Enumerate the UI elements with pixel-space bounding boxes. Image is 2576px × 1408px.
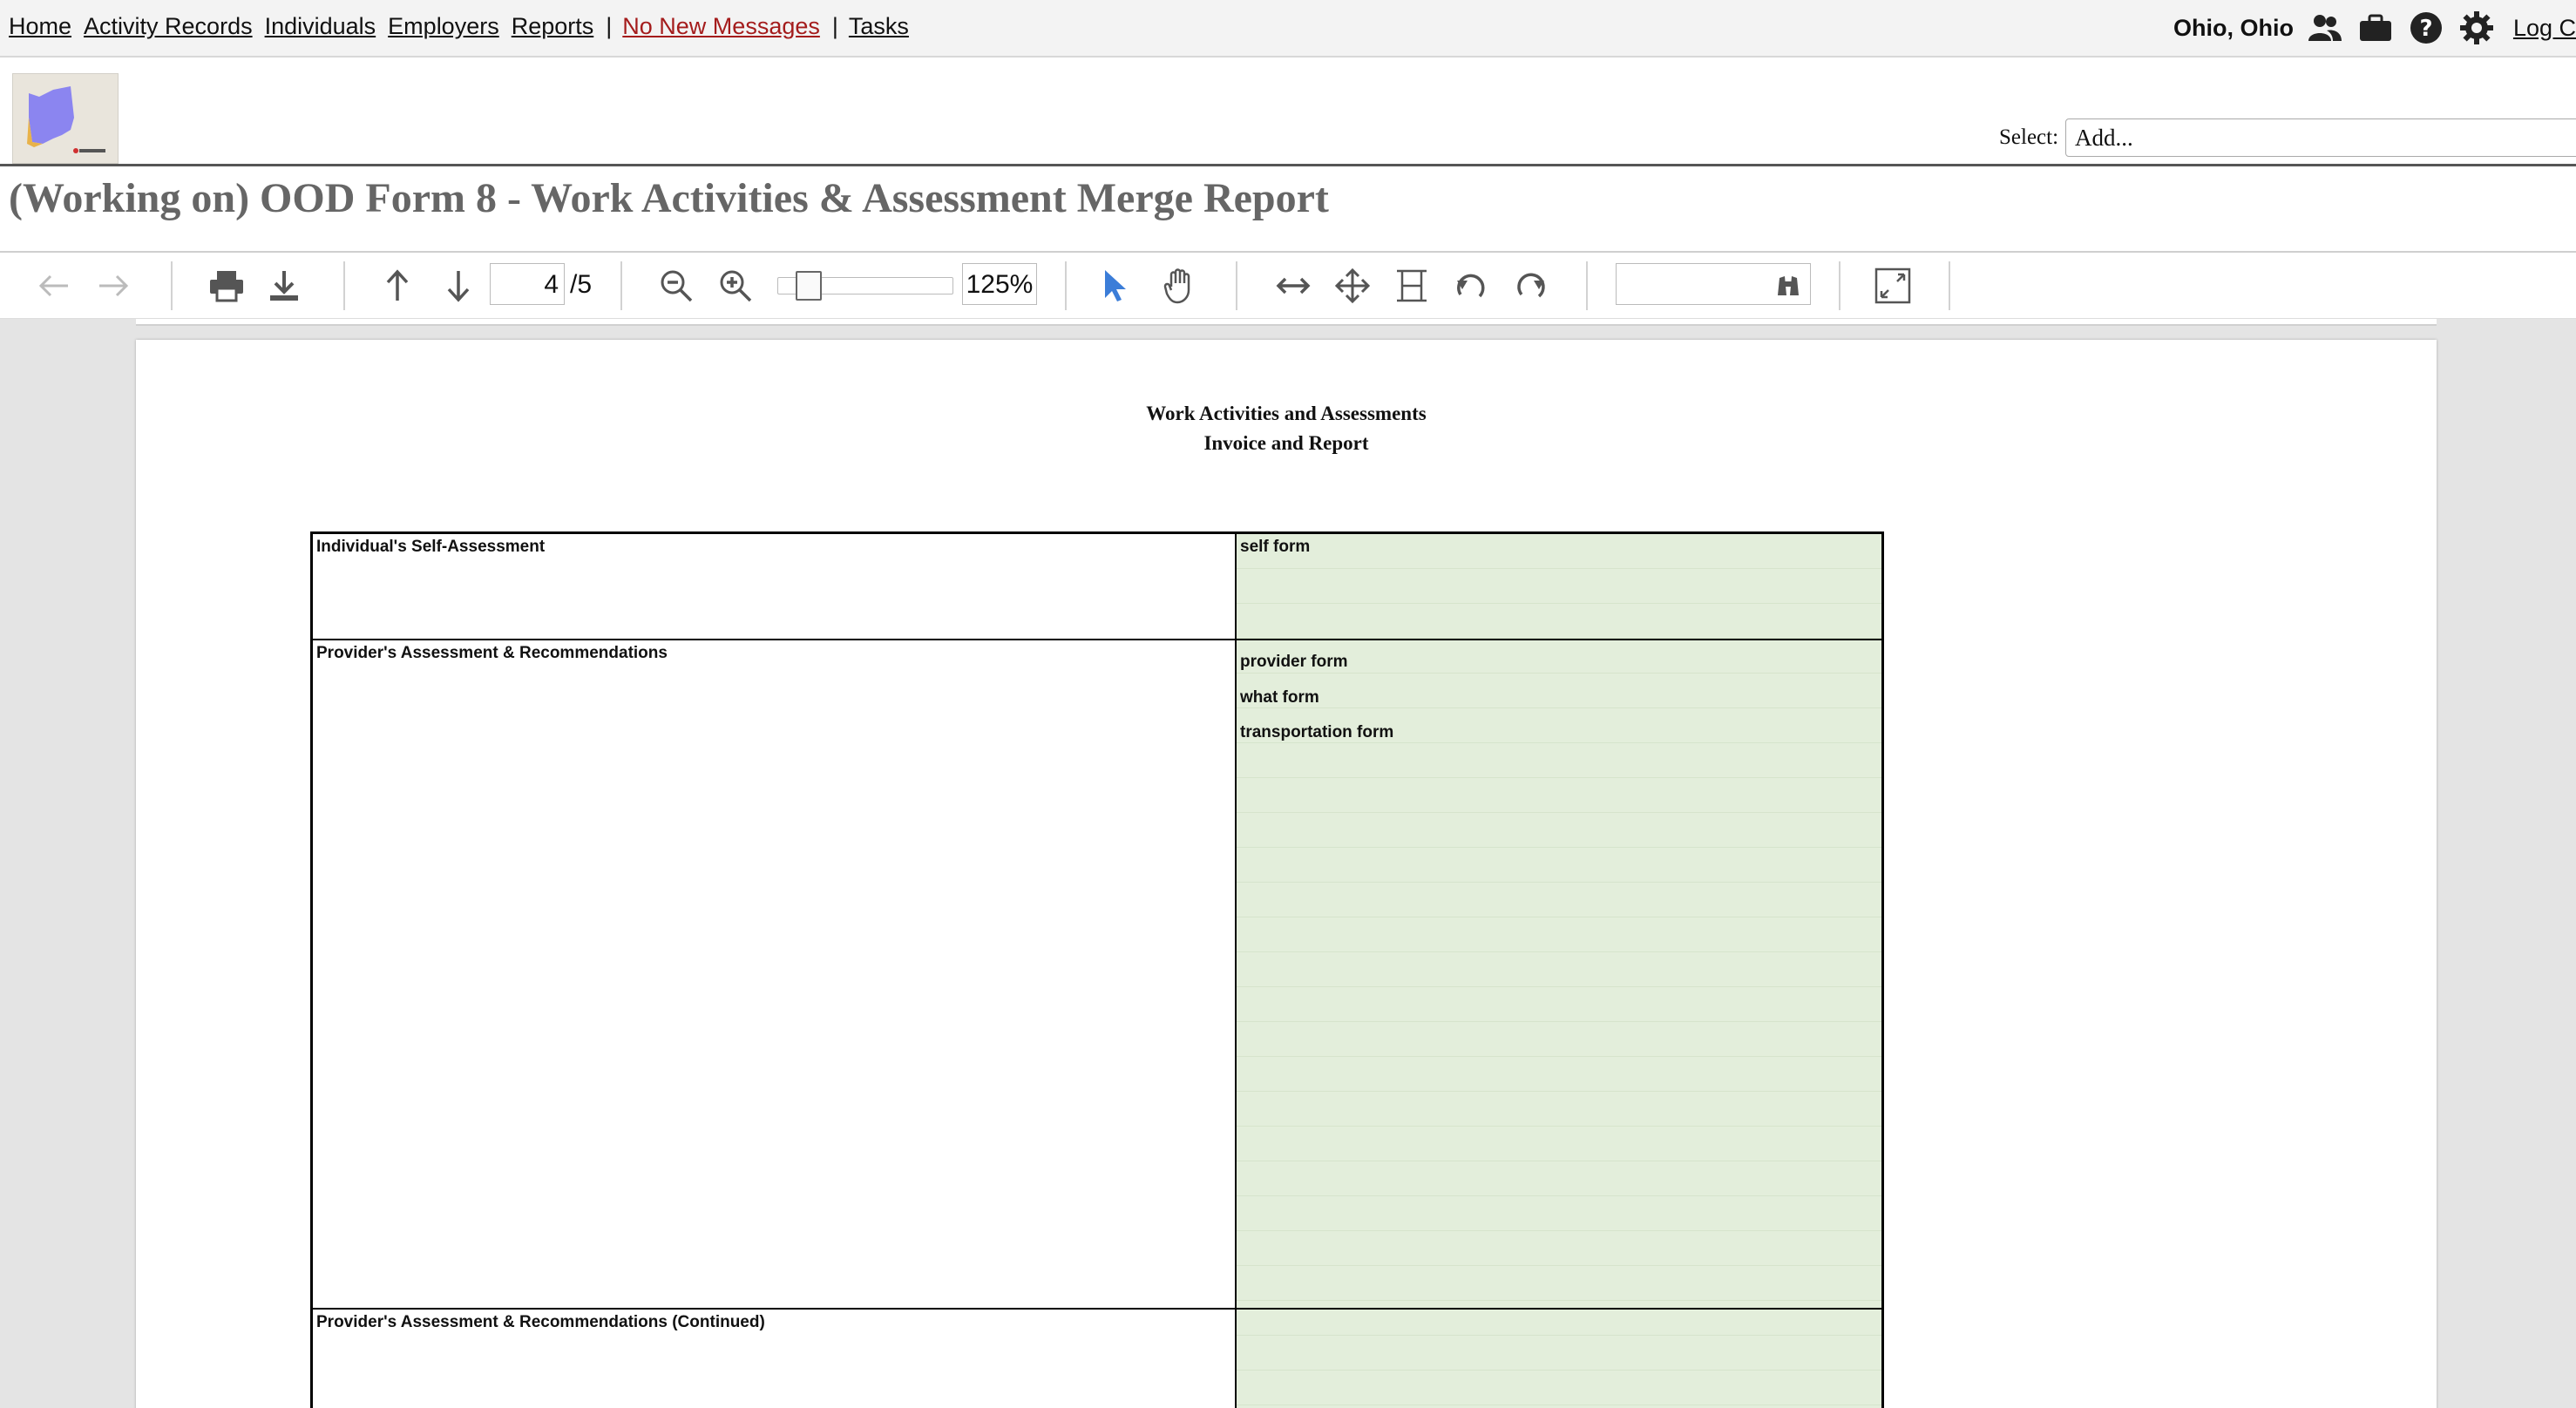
table-row-fields: provider form what form transportation f… — [1237, 640, 1881, 1308]
form-field[interactable]: provider form — [1240, 653, 1348, 672]
page-total: /5 — [570, 270, 593, 299]
nav-activity-records-link[interactable]: Activity Records — [84, 13, 253, 40]
fullscreen-icon[interactable] — [1872, 265, 1914, 307]
assessment-form-table: Individual's Self-Assessment self form P… — [310, 531, 1884, 1408]
toolbar-divider — [1586, 261, 1588, 310]
pan-hand-icon[interactable] — [1159, 265, 1201, 307]
nav-links: Home Activity Records Individuals Employ… — [9, 13, 921, 40]
add-select[interactable]: Add... — [2065, 118, 2576, 157]
search-input[interactable] — [1616, 263, 1811, 305]
nav-tasks-link[interactable]: Tasks — [849, 13, 909, 40]
select-label: Select: — [1999, 125, 2059, 149]
zoom-out-icon[interactable] — [655, 265, 697, 307]
document-page: Work Activities and Assessments Invoice … — [136, 340, 2437, 1408]
nav-home-link[interactable]: Home — [9, 13, 71, 40]
nav-messages-link[interactable]: No New Messages — [622, 13, 820, 40]
table-row-fields: self form — [1237, 534, 1881, 639]
document-heading: Work Activities and Assessments Invoice … — [136, 399, 2437, 458]
svg-text:?: ? — [2419, 16, 2432, 42]
rotate-right-icon[interactable] — [1509, 265, 1551, 307]
briefcase-icon[interactable] — [2358, 10, 2393, 45]
nav-employers-link[interactable]: Employers — [388, 13, 499, 40]
toolbar-divider — [343, 261, 345, 310]
row-label: Provider's Assessment & Recommendations — [316, 644, 668, 662]
forward-arrow-icon[interactable] — [92, 265, 134, 307]
form-field[interactable]: transportation form — [1240, 723, 1393, 742]
back-arrow-icon[interactable] — [33, 265, 75, 307]
column-divider — [1235, 534, 1237, 1408]
table-row: Provider's Assessment & Recommendations … — [313, 1310, 1235, 1408]
toolbar-divider — [620, 261, 622, 310]
users-icon[interactable] — [2308, 10, 2342, 45]
header-divider — [0, 164, 2576, 166]
help-icon[interactable]: ? — [2409, 10, 2444, 45]
zoom-in-icon[interactable] — [715, 265, 756, 307]
binoculars-icon — [1778, 276, 1799, 295]
document-viewer[interactable]: Work Activities and Assessments Invoice … — [0, 319, 2576, 1408]
toolbar-divider — [1236, 261, 1237, 310]
zoom-slider-handle[interactable] — [795, 271, 822, 301]
user-name: Ohio, Ohio — [2173, 14, 2294, 41]
select-cursor-icon[interactable] — [1093, 265, 1135, 307]
nav-separator: | — [606, 13, 613, 39]
document-heading-line1: Work Activities and Assessments — [1146, 403, 1427, 424]
print-icon[interactable] — [206, 265, 247, 307]
add-select-wrap: Select: Add... — [1999, 118, 2576, 157]
nav-user-area: Ohio, Ohio ? Log C — [2173, 9, 2576, 47]
form-field[interactable]: self form — [1240, 538, 1310, 557]
zoom-level-input[interactable]: 125% — [962, 263, 1037, 305]
nav-separator: | — [831, 13, 838, 39]
toolbar-divider — [1065, 261, 1067, 310]
download-icon[interactable] — [263, 265, 305, 307]
row-label: Provider's Assessment & Recommendations … — [316, 1313, 765, 1331]
settings-icon[interactable] — [2459, 10, 2494, 45]
table-row: Provider's Assessment & Recommendations — [313, 640, 1235, 1308]
nav-reports-link[interactable]: Reports — [512, 13, 594, 40]
form-field[interactable]: what form — [1240, 688, 1319, 707]
row-label: Individual's Self-Assessment — [316, 538, 546, 556]
document-heading-line2: Invoice and Report — [1203, 432, 1369, 454]
top-nav: Home Activity Records Individuals Employ… — [0, 0, 2576, 58]
ohio-logo — [12, 73, 119, 164]
viewer-toolbar: 4 /5 125% — [0, 253, 2576, 319]
previous-page-edge — [136, 319, 2437, 326]
fit-height-icon[interactable] — [1391, 265, 1433, 307]
previous-page-icon[interactable] — [376, 265, 418, 307]
fit-width-icon[interactable] — [1272, 265, 1314, 307]
toolbar-divider — [1949, 261, 1950, 310]
add-select-value: Add... — [2075, 125, 2133, 151]
next-page-icon[interactable] — [437, 265, 479, 307]
table-row: Individual's Self-Assessment — [313, 534, 1235, 639]
fit-page-icon[interactable] — [1332, 265, 1373, 307]
toolbar-divider — [171, 261, 173, 310]
page-title: (Working on) OOD Form 8 - Work Activitie… — [9, 175, 1329, 221]
nav-individuals-link[interactable]: Individuals — [265, 13, 376, 40]
logout-link[interactable]: Log C — [2513, 15, 2576, 42]
rotate-left-icon[interactable] — [1450, 265, 1492, 307]
toolbar-divider — [1839, 261, 1840, 310]
page-number-input[interactable]: 4 — [490, 263, 565, 305]
